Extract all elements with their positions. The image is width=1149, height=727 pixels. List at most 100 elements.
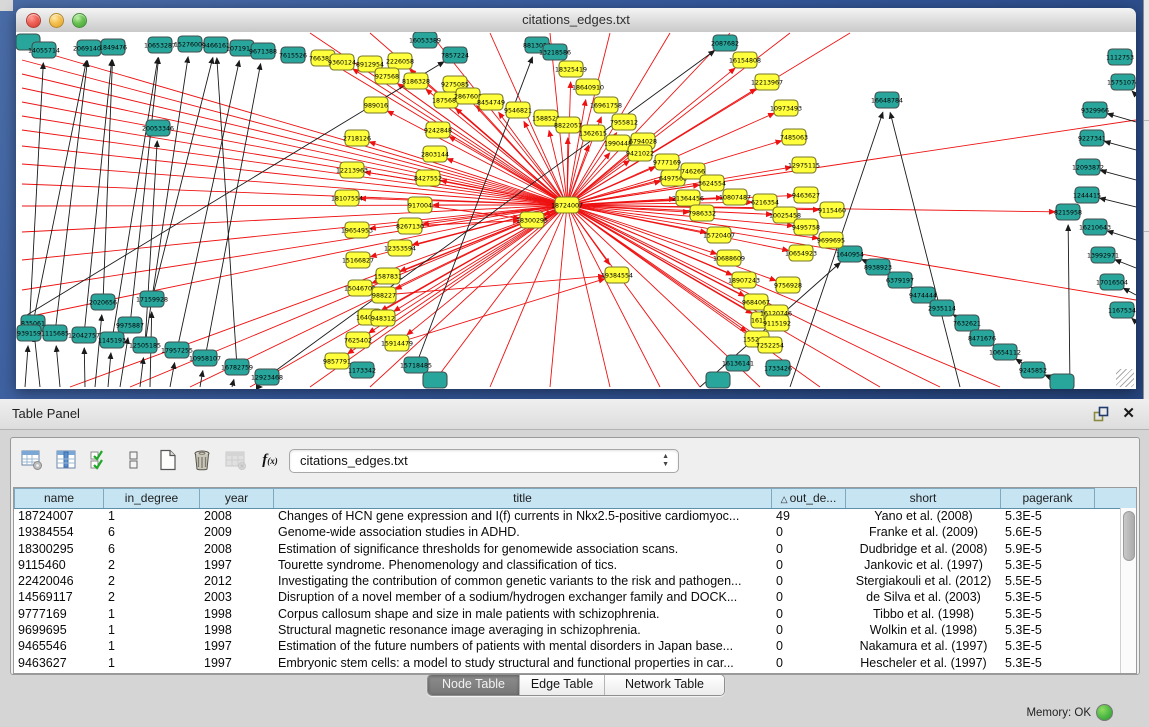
table-cell: 1 bbox=[104, 655, 200, 671]
new-table-icon[interactable] bbox=[155, 447, 181, 473]
table-row[interactable]: 2242004622012Investigating the contribut… bbox=[14, 573, 1121, 589]
table-cell: 1997 bbox=[200, 557, 274, 573]
table-cell: Disruption of a novel member of a sodium… bbox=[274, 589, 772, 605]
tab-edge-table[interactable]: Edge Table bbox=[519, 675, 604, 695]
table-cell: 0 bbox=[772, 524, 846, 540]
table-cell: 2009 bbox=[200, 524, 274, 540]
column-header-title[interactable]: title bbox=[274, 488, 772, 508]
svg-text:8471676: 8471676 bbox=[968, 335, 996, 342]
float-panel-icon[interactable] bbox=[1093, 406, 1109, 422]
svg-text:3624554: 3624554 bbox=[698, 180, 726, 187]
right-panel-edge bbox=[1143, 0, 1149, 399]
table-cell: Estimation of significance thresholds fo… bbox=[274, 541, 772, 557]
table-cell: 5.3E-5 bbox=[1001, 655, 1095, 671]
svg-text:8454749: 8454749 bbox=[477, 99, 505, 106]
table-row[interactable]: 946554611997Estimation of the future num… bbox=[14, 638, 1121, 654]
svg-text:7632621: 7632621 bbox=[953, 320, 981, 327]
table-cell: 6 bbox=[104, 524, 200, 540]
table-cell: Hescheler et al. (1997) bbox=[846, 655, 1001, 671]
svg-text:8822057: 8822057 bbox=[554, 122, 582, 129]
column-header-year[interactable]: year bbox=[200, 488, 274, 508]
svg-text:939159: 939159 bbox=[17, 330, 41, 337]
svg-text:18640910: 18640910 bbox=[572, 84, 604, 91]
svg-text:15751074: 15751074 bbox=[1107, 79, 1136, 86]
table-header-row: namein_degreeyeartitle△out_de...shortpag… bbox=[14, 488, 1136, 509]
svg-text:1112753: 1112753 bbox=[1106, 54, 1134, 61]
table-row[interactable]: 1830029562008Estimation of significance … bbox=[14, 541, 1121, 557]
table-row[interactable]: 977716911998Corpus callosum shape and si… bbox=[14, 606, 1121, 622]
table-row[interactable]: 946362711997Embryonic stem cells: a mode… bbox=[14, 655, 1121, 671]
svg-text:1640954: 1640954 bbox=[836, 251, 864, 258]
column-header-pagerank[interactable]: pagerank bbox=[1001, 488, 1095, 508]
table-cell: 5.3E-5 bbox=[1001, 606, 1095, 622]
delete-rows-icon[interactable] bbox=[189, 447, 215, 473]
table-panel-body: f(x) citations_edges.txt ▲▼ namein_degre… bbox=[10, 437, 1140, 675]
table-selector-dropdown[interactable]: citations_edges.txt ▲▼ bbox=[289, 449, 679, 473]
table-scrollbar[interactable] bbox=[1120, 508, 1136, 673]
function-builder-icon[interactable]: f(x) bbox=[257, 447, 283, 473]
table-row[interactable]: 1456911722003Disruption of a novel membe… bbox=[14, 589, 1121, 605]
column-header-short[interactable]: short bbox=[846, 488, 1001, 508]
network-view-area: citations_edges.txt 14055714206914061849… bbox=[0, 0, 1149, 399]
svg-text:1244415: 1244415 bbox=[1073, 192, 1101, 199]
citation-network-graph[interactable]: 1405571420691406184947610653287152760079… bbox=[16, 32, 1136, 389]
memory-status-icon[interactable] bbox=[1096, 704, 1113, 721]
table-cell: 2012 bbox=[200, 573, 274, 589]
svg-text:10807487: 10807487 bbox=[719, 194, 751, 201]
svg-text:16210643: 16210643 bbox=[1079, 224, 1111, 231]
table-row[interactable]: 1872400712008Changes of HCN gene express… bbox=[14, 508, 1121, 524]
svg-text:15720407: 15720407 bbox=[703, 232, 735, 239]
network-window[interactable]: citations_edges.txt 14055714206914061849… bbox=[16, 8, 1136, 389]
column-header-out_de[interactable]: △out_de... bbox=[772, 488, 846, 508]
table-cell: Yano et al. (2008) bbox=[846, 508, 1001, 524]
svg-text:16961758: 16961758 bbox=[590, 102, 622, 109]
svg-text:1145193: 1145193 bbox=[98, 337, 126, 344]
svg-text:12213963: 12213963 bbox=[336, 167, 368, 174]
network-canvas[interactable]: 1405571420691406184947610653287152760079… bbox=[16, 32, 1136, 389]
table-cell: 1997 bbox=[200, 638, 274, 654]
table-cell: 49 bbox=[772, 508, 846, 524]
svg-text:1173342: 1173342 bbox=[348, 367, 376, 374]
app-background-corner bbox=[0, 0, 13, 11]
table-options-icon[interactable] bbox=[19, 447, 45, 473]
table-cell: 6 bbox=[104, 541, 200, 557]
column-header-name[interactable]: name bbox=[14, 488, 104, 508]
scrollbar-thumb[interactable] bbox=[1123, 511, 1135, 561]
svg-text:1849476: 1849476 bbox=[99, 44, 127, 51]
svg-text:2935114: 2935114 bbox=[928, 305, 956, 312]
table-cell: 5.3E-5 bbox=[1001, 508, 1095, 524]
canvas-resize-grip[interactable] bbox=[1116, 369, 1134, 387]
tab-network-table[interactable]: Network Table bbox=[604, 675, 724, 695]
tab-node-table[interactable]: Node Table bbox=[428, 675, 519, 695]
table-cell: Stergiakouli et al. (2012) bbox=[846, 573, 1001, 589]
svg-text:2020656: 2020656 bbox=[89, 299, 117, 306]
table-cell: 9699695 bbox=[14, 622, 104, 638]
svg-text:16136141: 16136141 bbox=[722, 360, 754, 367]
column-header-in_degree[interactable]: in_degree bbox=[104, 488, 200, 508]
table-row[interactable]: 911546021997Tourette syndrome. Phenomeno… bbox=[14, 557, 1121, 573]
svg-text:18724007: 18724007 bbox=[551, 202, 583, 209]
table-cell: 0 bbox=[772, 606, 846, 622]
table-row[interactable]: 969969511998Structural magnetic resonanc… bbox=[14, 622, 1121, 638]
table-cell: 5.9E-5 bbox=[1001, 541, 1095, 557]
network-window-titlebar[interactable]: citations_edges.txt bbox=[16, 8, 1136, 33]
svg-text:19384554: 19384554 bbox=[601, 272, 633, 279]
table-row[interactable]: 1938455462009Genome-wide association stu… bbox=[14, 524, 1121, 540]
svg-text:8427552: 8427552 bbox=[414, 175, 442, 182]
svg-text:12093872: 12093872 bbox=[1072, 164, 1104, 171]
svg-text:10025458: 10025458 bbox=[769, 212, 801, 219]
table-cell: 0 bbox=[772, 573, 846, 589]
svg-text:16648784: 16648784 bbox=[871, 97, 903, 104]
svg-text:988227: 988227 bbox=[372, 292, 396, 299]
svg-text:6379197: 6379197 bbox=[886, 277, 914, 284]
table-cell: 19384554 bbox=[14, 524, 104, 540]
svg-text:10654112: 10654112 bbox=[989, 349, 1021, 356]
show-column-icon[interactable] bbox=[53, 447, 79, 473]
table-cell: 1 bbox=[104, 638, 200, 654]
select-columns-icon[interactable] bbox=[87, 447, 113, 473]
close-panel-icon[interactable]: ✕ bbox=[1122, 404, 1135, 422]
svg-text:9245852: 9245852 bbox=[1019, 367, 1047, 374]
rows-icon[interactable] bbox=[121, 447, 147, 473]
svg-text:13992971: 13992971 bbox=[1087, 252, 1119, 259]
svg-text:18107554: 18107554 bbox=[331, 195, 363, 202]
